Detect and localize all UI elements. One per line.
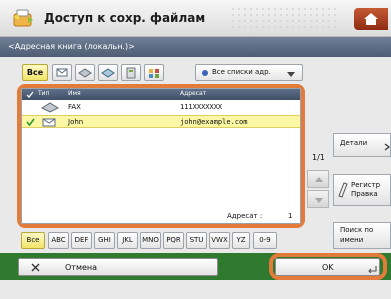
index-ghi-button[interactable]: GHI <box>94 232 115 249</box>
index-mno-button[interactable]: MNO <box>140 232 161 249</box>
fax-icon <box>78 68 92 78</box>
search-by-name-button[interactable]: Поиск по имени <box>333 222 391 249</box>
address-list-value: Все списки адр. <box>212 68 271 76</box>
breadcrumb: <Адресная книга (локальн.)> <box>8 42 135 51</box>
address-list: Тип Имя Адресат FAX 111XXXXXXX John john… <box>21 88 301 224</box>
index-label: Все <box>26 236 40 244</box>
checkmark-icon <box>26 118 35 126</box>
column-name: Имя <box>68 90 81 97</box>
index-label: PQR <box>166 236 181 244</box>
edit-label: Правка <box>351 190 378 198</box>
index-label: MNO <box>142 236 159 244</box>
filter-all-button[interactable]: Все <box>22 64 48 81</box>
search-label-line1: Поиск по <box>340 226 374 234</box>
cancel-button[interactable]: Отмена <box>18 258 218 276</box>
address-list-dropdown[interactable]: Все списки адр. <box>195 64 303 81</box>
recipient-count-label: Адресат : <box>227 212 263 220</box>
list-bullet-icon <box>202 70 208 76</box>
page-indicator: 1/1 <box>312 153 325 162</box>
scroll-down-button[interactable] <box>307 190 329 208</box>
check-column-icon <box>26 91 34 98</box>
footer-area <box>0 280 391 299</box>
ok-button[interactable]: OK <box>275 258 380 276</box>
ifax-icon <box>101 68 115 78</box>
chevron-right-icon <box>384 143 390 151</box>
ok-label: OK <box>322 263 334 272</box>
email-icon <box>56 68 68 77</box>
filter-all-label: Все <box>26 68 44 77</box>
column-type: Тип <box>38 90 50 97</box>
table-row[interactable]: John john@example.com <box>22 115 300 128</box>
arrow-up-icon <box>315 177 323 182</box>
scroll-up-button[interactable] <box>307 170 329 188</box>
index-def-button[interactable]: DEF <box>71 232 92 249</box>
index-label: DEF <box>74 236 89 244</box>
pencil-icon <box>338 182 348 198</box>
column-address: Адресат <box>180 90 207 97</box>
index-label: ABC <box>51 236 66 244</box>
index-yz-button[interactable]: YZ <box>232 232 250 249</box>
index-abc-button[interactable]: ABC <box>48 232 69 249</box>
index-digits-button[interactable]: 0-9 <box>253 232 277 249</box>
close-icon <box>31 263 40 272</box>
recipient-count-value: 1 <box>288 212 293 220</box>
cancel-label: Отмена <box>65 263 98 272</box>
index-label: 0-9 <box>259 236 271 244</box>
filter-email-button[interactable] <box>52 64 72 81</box>
row-name: FAX <box>68 103 81 111</box>
file-server-icon <box>126 67 136 79</box>
home-icon <box>364 13 378 25</box>
title-bar: Доступ к сохр. файлам <box>0 0 391 37</box>
filter-file-server-button[interactable] <box>121 64 141 81</box>
index-jkl-button[interactable]: JKL <box>117 232 138 249</box>
arrow-down-icon <box>315 198 323 203</box>
index-pqr-button[interactable]: PQR <box>163 232 184 249</box>
filter-group-button[interactable] <box>144 64 164 81</box>
register-label: Регистр <box>351 181 381 189</box>
group-icon <box>149 69 159 78</box>
index-label: YZ <box>236 236 246 244</box>
index-vwx-button[interactable]: VWX <box>209 232 230 249</box>
index-label: JKL <box>122 236 133 244</box>
table-row[interactable]: FAX 111XXXXXXX <box>22 101 300 114</box>
filter-ifax-button[interactable] <box>98 64 118 81</box>
email-icon <box>42 118 56 127</box>
register-edit-button[interactable]: Регистр Правка <box>333 174 391 206</box>
row-address: john@example.com <box>180 118 248 126</box>
row-address: 111XXXXXXX <box>180 103 223 111</box>
search-label-line2: имени <box>340 236 364 244</box>
index-label: VWX <box>211 236 228 244</box>
fax-icon <box>40 102 60 113</box>
home-button[interactable] <box>354 8 388 30</box>
details-button[interactable]: Детали <box>333 133 391 157</box>
index-label: STU <box>189 236 204 244</box>
enter-icon <box>368 266 377 273</box>
row-name: John <box>68 118 84 126</box>
index-label: GHI <box>98 236 111 244</box>
index-all-button[interactable]: Все <box>21 232 45 249</box>
details-label: Детали <box>340 139 368 147</box>
stored-files-icon <box>13 9 33 27</box>
index-stu-button[interactable]: STU <box>186 232 207 249</box>
page-title: Доступ к сохр. файлам <box>44 11 206 25</box>
list-header: Тип Имя Адресат <box>22 89 300 100</box>
chevron-down-icon <box>287 72 295 77</box>
filter-fax-button[interactable] <box>75 64 95 81</box>
title-decoration <box>230 6 340 32</box>
address-book-header: <Адресная книга (локальн.)> <box>0 37 391 57</box>
